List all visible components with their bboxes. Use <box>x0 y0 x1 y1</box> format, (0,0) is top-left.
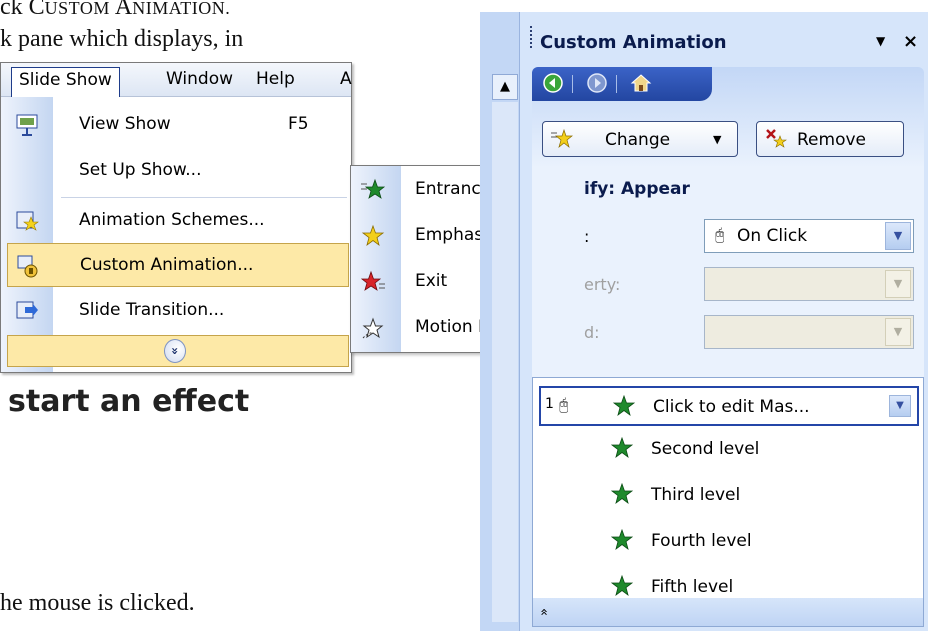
green-star-icon <box>611 575 633 597</box>
pane-navigation-bar <box>532 67 712 101</box>
menu-item-label: Set Up Show... <box>79 160 202 180</box>
nav-separator <box>572 75 573 93</box>
modify-heading: ify: Appear <box>584 179 690 199</box>
forward-icon[interactable] <box>584 72 610 96</box>
menu-next-truncated[interactable]: A <box>333 67 359 94</box>
shortcut-label: F5 <box>288 114 309 134</box>
document-text-line-1: ck CUSTOM ANIMATION. <box>0 0 231 20</box>
start-dropdown[interactable]: 🖰 On Click ▼ <box>704 219 914 253</box>
drag-grip-icon[interactable] <box>530 26 533 48</box>
scroll-track[interactable] <box>492 102 518 622</box>
property-label: erty: <box>584 275 621 294</box>
green-star-icon <box>361 178 385 199</box>
chevron-down-icon[interactable]: ▼ <box>889 395 911 417</box>
pane-menu-dropdown-icon[interactable]: ▼ <box>876 34 885 48</box>
change-button-label: Change <box>605 130 671 150</box>
speed-dropdown[interactable]: ▼ <box>704 315 914 349</box>
projector-screen-icon <box>16 114 38 136</box>
effect-label: Fourth level <box>651 531 752 551</box>
menu-bar: Slide Show Window Help A <box>1 63 352 97</box>
menu-slide-show[interactable]: Slide Show <box>11 67 120 97</box>
menu-item-label: Slide Transition... <box>79 300 225 320</box>
collapse-chevron-icon[interactable]: » <box>531 608 559 616</box>
animation-order-list[interactable]: 1 🖰 Click to edit Mas... ▼ Second level … <box>532 377 924 627</box>
menu-item-label: Animation Schemes... <box>79 210 265 230</box>
menu-expand-row[interactable]: » <box>7 335 349 367</box>
green-star-icon <box>613 395 635 417</box>
slide-transition-icon <box>16 301 38 319</box>
list-collapse-bar[interactable]: » <box>533 598 923 626</box>
change-effect-icon <box>551 128 573 148</box>
menu-item-set-up-show[interactable]: Set Up Show... <box>1 149 351 193</box>
effect-label: Click to edit Mas... <box>653 397 810 417</box>
scroll-up-button[interactable]: ▲ <box>492 74 518 100</box>
green-star-icon <box>611 483 633 505</box>
chevron-down-icon: ▼ <box>713 133 722 146</box>
pane-title-bar: Custom Animation ▼ × <box>520 12 928 66</box>
menu-item-label: Custom Animation... <box>80 255 254 275</box>
change-button[interactable]: Change ▼ <box>542 121 738 157</box>
menu-item-animation-schemes[interactable]: Animation Schemes... <box>1 199 351 243</box>
slide-show-menu: Slide Show Window Help A View Show F5 Se… <box>0 62 352 373</box>
effect-order-number: 1 <box>545 396 554 412</box>
chevron-down-icon[interactable]: ▼ <box>885 270 911 298</box>
list-item[interactable]: 1 🖰 Click to edit Mas... ▼ <box>539 386 919 426</box>
outline-star-icon <box>362 317 384 339</box>
pane-body: Custom Animation ▼ × Change ▼ Remove ify… <box>520 12 928 631</box>
menu-item-view-show[interactable]: View Show F5 <box>1 103 351 147</box>
nav-separator <box>616 75 617 93</box>
effect-label: Fifth level <box>651 577 734 597</box>
menu-item-label: View Show <box>79 114 171 134</box>
document-text-footer: he mouse is clicked. <box>0 590 195 616</box>
menu-item-slide-transition[interactable]: Slide Transition... <box>1 289 351 333</box>
yellow-star-icon <box>361 224 385 247</box>
back-icon[interactable] <box>540 72 566 96</box>
custom-animation-task-pane: ▲ Custom Animation ▼ × Change ▼ Remove i… <box>480 12 928 631</box>
menu-item-custom-animation[interactable]: Custom Animation... <box>7 243 349 287</box>
submenu-item-label: Exit <box>415 271 448 291</box>
effect-label: Second level <box>651 439 760 459</box>
menu-window[interactable]: Window <box>159 67 240 94</box>
start-value: On Click <box>737 226 808 246</box>
start-label: : <box>584 227 590 246</box>
menu-separator <box>61 197 347 198</box>
list-item[interactable]: Second level <box>539 430 919 470</box>
chevron-down-icon[interactable]: ▼ <box>885 318 911 346</box>
mouse-icon: 🖰 <box>559 395 569 414</box>
speed-label: d: <box>584 323 600 342</box>
home-icon[interactable] <box>628 72 654 96</box>
document-text-line-2: k pane which displays, in <box>0 26 244 52</box>
effect-label: Third level <box>651 485 741 505</box>
chevron-down-icon[interactable]: ▼ <box>885 222 911 250</box>
animation-schemes-icon <box>16 211 39 231</box>
pane-scroll-gutter: ▲ <box>480 12 520 631</box>
property-dropdown[interactable]: ▼ <box>704 267 914 301</box>
document-heading: start an effect <box>8 384 250 419</box>
red-star-icon <box>361 270 385 291</box>
mouse-icon: 🖰 <box>715 225 725 244</box>
remove-button-label: Remove <box>797 130 866 150</box>
pane-content: Change ▼ Remove ify: Appear : 🖰 On Click… <box>532 67 924 627</box>
list-item[interactable]: Fourth level <box>539 522 919 562</box>
pane-title: Custom Animation <box>540 32 727 53</box>
custom-animation-icon <box>17 255 38 278</box>
close-icon[interactable]: × <box>903 31 918 52</box>
expand-chevron-icon[interactable]: » <box>164 339 186 363</box>
green-star-icon <box>611 529 633 551</box>
menu-help[interactable]: Help <box>249 67 302 94</box>
list-item[interactable]: Third level <box>539 476 919 516</box>
remove-button[interactable]: Remove <box>756 121 904 157</box>
remove-effect-icon <box>766 129 787 148</box>
green-star-icon <box>611 437 633 459</box>
